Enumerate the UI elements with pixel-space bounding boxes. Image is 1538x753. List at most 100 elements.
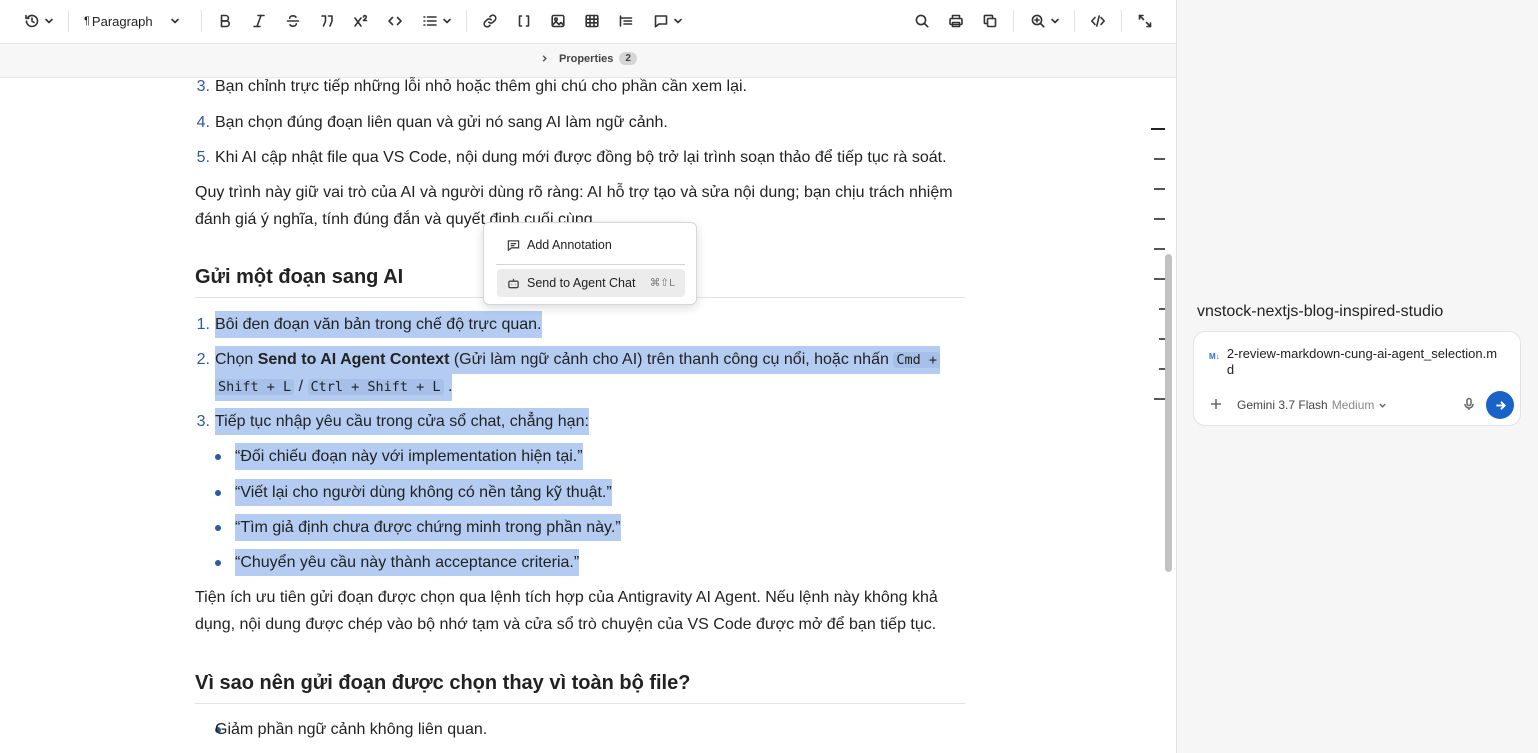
strikethrough-icon	[286, 15, 300, 27]
chevron-down-icon	[170, 18, 179, 24]
toolbar-divider	[466, 10, 467, 32]
list-item-text: Bôi đen đoạn văn bản trong chế độ trực q…	[215, 311, 542, 338]
paragraph-line: Tiện ích ưu tiên gửi đoạn được chọn qua …	[195, 589, 938, 606]
arrow-right-icon	[1495, 400, 1506, 410]
bullet-text: “Chuyển yêu cầu này thành acceptance cri…	[235, 549, 580, 576]
blockquote-button[interactable]	[317, 8, 337, 34]
superscript-icon	[354, 14, 368, 27]
model-select[interactable]: Gemini 3.7 Flash Medium	[1237, 398, 1387, 412]
add-context-button[interactable]	[1209, 397, 1223, 411]
outline-mark[interactable]	[1154, 188, 1165, 190]
brackets-button[interactable]	[514, 8, 534, 34]
editor-toolbar: ¶ Paragraph	[0, 0, 1176, 44]
context-file-chip[interactable]: M↓ 2-review-markdown-cung-ai-agent_selec…	[1209, 346, 1504, 378]
bullet-dot	[215, 454, 221, 460]
outline-mark[interactable]	[1151, 128, 1165, 131]
shortcut-code: Cmd +	[893, 352, 940, 368]
outline-mark[interactable]	[1154, 158, 1165, 160]
microphone-button[interactable]	[1462, 397, 1476, 411]
paragraph-style-label: Paragraph	[91, 13, 153, 29]
list-item-text: Chọn Send to AI Agent Context (Gửi làm n…	[215, 346, 940, 374]
list-item-text: Shift + L / Ctrl + Shift + L .	[215, 373, 453, 401]
properties-label: Properties	[559, 52, 614, 65]
link-button[interactable]	[480, 8, 500, 34]
toolbar-divider	[201, 10, 202, 32]
fullscreen-button[interactable]	[1135, 8, 1155, 34]
chevron-down-icon	[443, 18, 451, 24]
outline-mark[interactable]	[1154, 218, 1165, 220]
toolbar-divider	[1074, 10, 1075, 32]
image-button[interactable]	[548, 8, 568, 34]
history-icon	[25, 14, 39, 28]
link-icon	[483, 14, 497, 28]
list-item-text: Tiếp tục nhập yêu cầu trong cửa sổ chat,…	[215, 408, 589, 435]
paragraph-style-select[interactable]: ¶ Paragraph	[84, 8, 188, 34]
list-number: 3.	[196, 78, 210, 95]
search-button[interactable]	[912, 8, 932, 34]
comment-button[interactable]	[650, 8, 686, 34]
bold-button[interactable]	[215, 8, 235, 34]
send-button[interactable]	[1486, 391, 1514, 419]
zoom-in-icon	[1031, 14, 1045, 28]
chevron-down-icon	[1051, 18, 1059, 24]
step-text: Chọn	[215, 351, 258, 368]
outline-button[interactable]	[616, 8, 636, 34]
source-view-button[interactable]	[1088, 8, 1108, 34]
italic-button[interactable]	[249, 8, 269, 34]
list-number: 5.	[196, 149, 210, 166]
history-button[interactable]	[21, 8, 57, 34]
italic-icon	[253, 14, 265, 28]
bullet-text: Giảm phần ngữ cảnh không liên quan.	[215, 721, 488, 738]
step-text: (Gửi làm ngữ cảnh cho AI) trên thanh côn…	[449, 351, 894, 368]
properties-count-badge: 2	[619, 52, 637, 65]
markdown-icon: M↓	[1209, 352, 1220, 361]
outline-mark[interactable]	[1154, 398, 1165, 400]
inline-code-button[interactable]	[385, 8, 405, 34]
paragraph[interactable]: Tiện ích ưu tiên gửi đoạn được chọn qua …	[195, 584, 965, 638]
context-menu: Add Annotation Send to Agent Chat ⌘⇧L	[483, 222, 697, 305]
chevron-down-icon	[1379, 403, 1387, 408]
outline-mark[interactable]	[1154, 278, 1165, 280]
copy-button[interactable]	[980, 8, 1000, 34]
step-text: .	[448, 378, 453, 395]
bullet-text: “Đối chiếu đoạn này với implementation h…	[235, 443, 583, 470]
send-to-agent-chat-item[interactable]: Send to Agent Chat ⌘⇧L	[497, 269, 685, 297]
add-annotation-item[interactable]: Add Annotation	[497, 231, 685, 259]
superscript-button[interactable]	[351, 8, 371, 34]
bold-icon	[220, 14, 230, 28]
chevron-down-icon	[45, 18, 53, 24]
brackets-icon	[518, 15, 530, 27]
paragraph-line: Quy trình này giữ vai trò của AI và ngườ…	[195, 184, 953, 201]
list-number: 3.	[196, 413, 210, 430]
search-icon	[915, 14, 929, 28]
properties-toggle[interactable]: Properties 2	[540, 52, 637, 65]
print-button[interactable]	[946, 8, 966, 34]
scrollbar-thumb[interactable]	[1165, 254, 1172, 572]
bullet-dot	[215, 525, 221, 531]
strikethrough-button[interactable]	[283, 8, 303, 34]
toolbar-divider	[1121, 10, 1122, 32]
bullet-dot	[215, 490, 221, 496]
list-number: 2.	[196, 351, 210, 368]
chat-input-card[interactable]: M↓ 2-review-markdown-cung-ai-agent_selec…	[1193, 331, 1521, 426]
toolbar-divider	[1013, 10, 1014, 32]
shortcut-code: Shift + L	[215, 379, 295, 395]
table-icon	[585, 14, 599, 28]
pilcrow-icon: ¶	[84, 15, 90, 27]
outline-mark[interactable]	[1154, 248, 1165, 250]
image-icon	[551, 14, 565, 28]
list-number: 4.	[196, 114, 210, 131]
table-button[interactable]	[582, 8, 602, 34]
annotation-icon	[507, 239, 520, 251]
bullet-text: “Tìm giả định chưa được chứng minh trong…	[235, 514, 621, 541]
code-icon	[388, 16, 402, 26]
source-code-icon	[1091, 15, 1105, 27]
list-item-text: Bạn chỉnh trực tiếp những lỗi nhỏ hoặc t…	[215, 78, 747, 95]
toolbar-divider	[68, 10, 69, 32]
context-file-name: 2-review-markdown-cung-ai-agent_selectio…	[1226, 346, 1498, 377]
zoom-button[interactable]	[1027, 8, 1063, 34]
plus-icon	[1211, 399, 1221, 409]
list-button[interactable]	[419, 8, 455, 34]
project-title: vnstock-nextjs-blog-inspired-studio	[1197, 303, 1444, 320]
list-icon	[423, 16, 437, 26]
